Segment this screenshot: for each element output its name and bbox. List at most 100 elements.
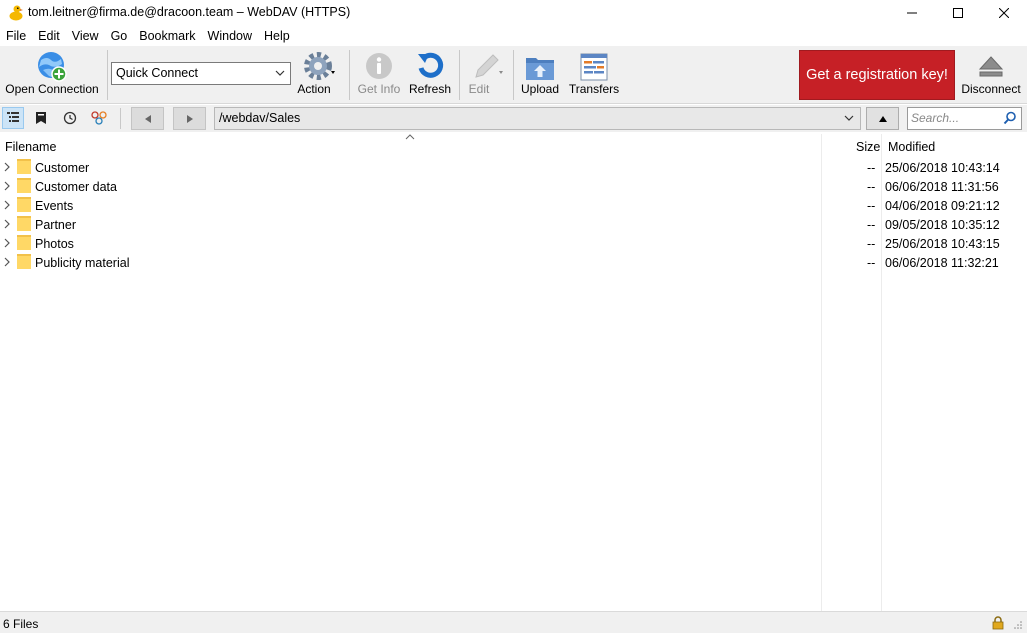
quick-connect-combobox[interactable]: Quick Connect bbox=[111, 62, 291, 85]
pencil-icon bbox=[475, 54, 503, 78]
upload-folder-icon bbox=[526, 58, 554, 80]
file-size: -- bbox=[867, 256, 876, 270]
minimize-button[interactable] bbox=[889, 0, 935, 26]
chevron-down-icon bbox=[844, 115, 854, 121]
menu-bookmark[interactable]: Bookmark bbox=[133, 27, 201, 46]
transfers-label: Transfers bbox=[568, 82, 620, 96]
bookmarks-button[interactable] bbox=[30, 107, 52, 129]
path-combobox[interactable]: /webdav/Sales bbox=[214, 107, 861, 130]
status-bar: 6 Files bbox=[0, 611, 1027, 633]
get-info-button[interactable]: Get Info bbox=[355, 48, 403, 102]
file-size: -- bbox=[867, 199, 876, 213]
expand-chevron-icon[interactable] bbox=[4, 162, 11, 172]
upload-button[interactable]: Upload bbox=[516, 48, 564, 102]
file-modified: 09/05/2018 10:35:12 bbox=[885, 218, 1000, 232]
action-button[interactable]: Action bbox=[293, 48, 343, 102]
bonjour-button[interactable] bbox=[88, 107, 110, 129]
refresh-icon bbox=[418, 52, 444, 78]
minimize-icon bbox=[907, 12, 917, 14]
table-row[interactable]: Customer -- 25/06/2018 10:43:14 bbox=[0, 158, 1027, 177]
globe-plus-icon bbox=[38, 52, 67, 82]
history-icon bbox=[63, 111, 77, 125]
back-arrow-icon bbox=[144, 114, 151, 123]
disconnect-button[interactable]: Disconnect bbox=[958, 48, 1024, 102]
search-input[interactable]: Search... bbox=[907, 107, 1022, 130]
file-name: Partner bbox=[35, 218, 76, 232]
duck-logo-icon bbox=[9, 5, 23, 21]
menu-file[interactable]: File bbox=[0, 27, 32, 46]
file-name: Customer bbox=[35, 161, 90, 175]
forward-button[interactable] bbox=[173, 107, 206, 130]
file-size: -- bbox=[867, 218, 876, 232]
disconnect-label: Disconnect bbox=[961, 82, 1021, 96]
file-modified: 04/06/2018 09:21:12 bbox=[885, 199, 1000, 213]
bonjour-icon bbox=[91, 111, 107, 125]
table-row[interactable]: Photos -- 25/06/2018 10:43:15 bbox=[0, 234, 1027, 253]
up-arrow-icon bbox=[878, 115, 887, 122]
folder-icon bbox=[17, 178, 31, 193]
resize-grip-icon[interactable] bbox=[1013, 620, 1023, 630]
column-filename[interactable]: Filename bbox=[5, 140, 56, 154]
file-name: Publicity material bbox=[35, 256, 130, 270]
quick-connect-value: Quick Connect bbox=[116, 66, 198, 80]
expand-chevron-icon[interactable] bbox=[4, 219, 11, 229]
back-button[interactable] bbox=[131, 107, 164, 130]
folder-icon bbox=[17, 235, 31, 250]
menu-window[interactable]: Window bbox=[202, 27, 258, 46]
expand-chevron-icon[interactable] bbox=[4, 200, 11, 210]
file-size: -- bbox=[867, 161, 876, 175]
chevron-down-icon bbox=[275, 70, 285, 76]
navbar-separator bbox=[120, 108, 121, 129]
column-modified[interactable]: Modified bbox=[888, 140, 935, 154]
column-size[interactable]: Size bbox=[856, 140, 880, 154]
file-modified: 06/06/2018 11:32:21 bbox=[885, 256, 999, 270]
browser-view-button[interactable] bbox=[2, 107, 24, 129]
expand-chevron-icon[interactable] bbox=[4, 257, 11, 267]
menu-go[interactable]: Go bbox=[105, 27, 134, 46]
parent-directory-button[interactable] bbox=[866, 107, 899, 130]
search-icon bbox=[1003, 111, 1016, 125]
transfers-icon bbox=[580, 53, 608, 81]
status-text: 6 Files bbox=[3, 617, 39, 631]
open-connection-label: Open Connection bbox=[5, 82, 99, 96]
open-connection-button[interactable]: Open Connection bbox=[2, 48, 102, 102]
gear-icon bbox=[304, 52, 335, 80]
edit-button[interactable]: Edit bbox=[461, 48, 511, 102]
toolbar-separator bbox=[513, 50, 514, 100]
menu-edit[interactable]: Edit bbox=[32, 27, 66, 46]
toolbar-separator bbox=[107, 50, 108, 100]
expand-chevron-icon[interactable] bbox=[4, 238, 11, 248]
maximize-icon bbox=[953, 8, 963, 18]
registration-key-button[interactable]: Get a registration key! bbox=[799, 50, 955, 100]
close-button[interactable] bbox=[981, 0, 1027, 26]
eject-icon bbox=[978, 56, 1004, 77]
refresh-button[interactable]: Refresh bbox=[406, 48, 454, 102]
folder-icon bbox=[17, 216, 31, 231]
window-title: tom.leitner@firma.de@dracoon.team – WebD… bbox=[28, 5, 351, 19]
table-row[interactable]: Events -- 04/06/2018 09:21:12 bbox=[0, 196, 1027, 215]
file-list-header: Filename Size Modified bbox=[0, 134, 1027, 158]
table-row[interactable]: Customer data -- 06/06/2018 11:31:56 bbox=[0, 177, 1027, 196]
toolbar-separator bbox=[459, 50, 460, 100]
transfers-button[interactable]: Transfers bbox=[566, 48, 622, 102]
folder-icon bbox=[17, 159, 31, 174]
forward-arrow-icon bbox=[186, 114, 193, 123]
file-modified: 25/06/2018 10:43:14 bbox=[885, 161, 1000, 175]
maximize-button[interactable] bbox=[935, 0, 981, 26]
refresh-label: Refresh bbox=[408, 82, 452, 96]
menu-help[interactable]: Help bbox=[258, 27, 296, 46]
table-row[interactable]: Partner -- 09/05/2018 10:35:12 bbox=[0, 215, 1027, 234]
expand-chevron-icon[interactable] bbox=[4, 181, 11, 191]
history-button[interactable] bbox=[59, 107, 81, 129]
file-modified: 06/06/2018 11:31:56 bbox=[885, 180, 999, 194]
toolbar-separator bbox=[349, 50, 350, 100]
bookmarks-icon bbox=[36, 112, 46, 124]
table-row[interactable]: Publicity material -- 06/06/2018 11:32:2… bbox=[0, 253, 1027, 272]
upload-label: Upload bbox=[520, 82, 560, 96]
action-label: Action bbox=[297, 82, 331, 96]
menu-view[interactable]: View bbox=[66, 27, 105, 46]
sort-ascending-icon bbox=[405, 134, 415, 140]
file-name: Events bbox=[35, 199, 74, 213]
file-name: Photos bbox=[35, 237, 74, 251]
lock-icon[interactable] bbox=[992, 616, 1004, 630]
